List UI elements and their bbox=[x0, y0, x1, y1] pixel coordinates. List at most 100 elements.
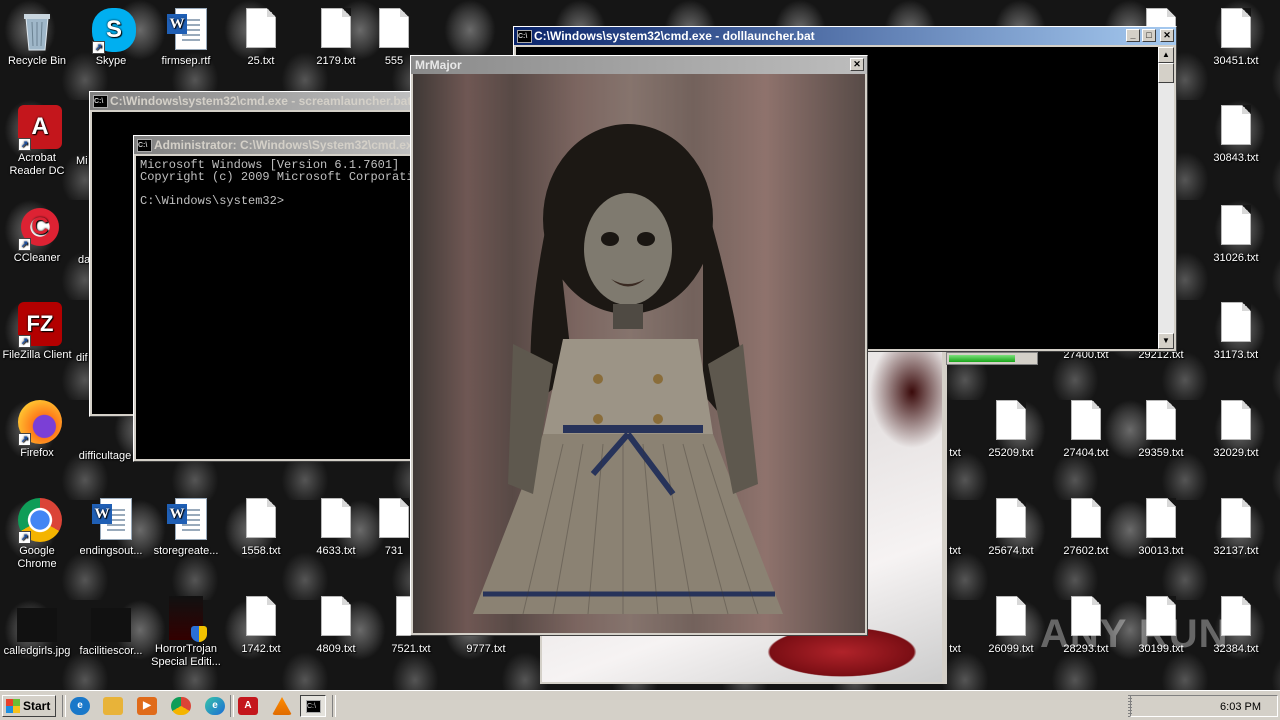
desktop-icon-30451txt[interactable]: 30451.txt bbox=[1199, 8, 1273, 68]
close-button[interactable]: ✕ bbox=[850, 58, 864, 71]
desktop-icon-label: Mi bbox=[76, 155, 88, 167]
desktop-icon-27602txt[interactable]: 27602.txt bbox=[1049, 498, 1123, 558]
desktop-icon-label: 7521.txt bbox=[391, 643, 431, 655]
desktop-icon-label: txt bbox=[949, 545, 961, 557]
desktop-icon-label: 1742.txt bbox=[241, 643, 281, 655]
edge-icon[interactable]: e bbox=[205, 697, 225, 715]
desktop-icon-label: 30013.txt bbox=[1138, 545, 1184, 557]
scroll-thumb[interactable] bbox=[1158, 63, 1174, 83]
scroll-down-button[interactable]: ▼ bbox=[1158, 333, 1174, 349]
desktop-icon-25674txt[interactable]: 25674.txt bbox=[974, 498, 1048, 558]
window-frame-edge bbox=[942, 352, 945, 682]
desktop-icon-facilitiescor[interactable]: facilitiescor... bbox=[74, 602, 148, 658]
desktop-icon-25txt[interactable]: 25.txt bbox=[224, 8, 298, 68]
file-icon bbox=[91, 608, 131, 642]
media-player-icon[interactable]: ▶ bbox=[137, 697, 157, 715]
mrmajor-titlebar[interactable]: MrMajor ✕ bbox=[411, 56, 867, 74]
desktop-icon-endingsout[interactable]: W endingsout... bbox=[74, 498, 148, 558]
desktop-icon-2179txt[interactable]: 2179.txt bbox=[299, 8, 373, 68]
desktop-icon-label: 27602.txt bbox=[1063, 545, 1109, 557]
desktop-icon-31173txt[interactable]: 31173.txt bbox=[1199, 302, 1273, 362]
maximize-button[interactable]: □ bbox=[1142, 29, 1156, 42]
desktop-icon-firefox[interactable]: ↗ Firefox bbox=[0, 400, 74, 460]
text-file-icon bbox=[321, 498, 351, 538]
desktop-icon-label: calledgirls.jpg bbox=[3, 645, 71, 657]
word-document-icon: W bbox=[167, 498, 207, 540]
recycle-bin-icon bbox=[18, 8, 56, 52]
desktop-icon-30013txt[interactable]: 30013.txt bbox=[1124, 498, 1198, 558]
desktop-icon-1742txt[interactable]: 1742.txt bbox=[224, 596, 298, 656]
desktop-icon-skype[interactable]: S ↗ Skype bbox=[74, 8, 148, 68]
admin-cmd-window[interactable]: C:\ Administrator: C:\Windows\System32\c… bbox=[133, 135, 419, 462]
mrmajor-window[interactable]: MrMajor ✕ bbox=[410, 55, 868, 636]
desktop-icon-difficultage[interactable]: difficultage bbox=[70, 450, 140, 463]
desktop-icon-recycle-bin[interactable]: Recycle Bin bbox=[0, 8, 74, 68]
desktop-icon-label: 25.txt bbox=[247, 55, 275, 67]
desktop-icon-29359txt[interactable]: 29359.txt bbox=[1124, 400, 1198, 460]
doll-console-scrollbar[interactable]: ▲ ▼ bbox=[1158, 47, 1174, 349]
text-file-icon bbox=[379, 498, 409, 538]
firefox-icon: ↗ bbox=[18, 400, 62, 446]
console-line: Copyright (c) 2009 Microsoft Corporation… bbox=[140, 170, 418, 184]
desktop-icon-firmsep[interactable]: W firmsep.rtf bbox=[149, 8, 223, 68]
desktop-icon-27404txt[interactable]: 27404.txt bbox=[1049, 400, 1123, 460]
desktop-icon-label: 4809.txt bbox=[316, 643, 356, 655]
text-file-icon bbox=[1071, 400, 1101, 440]
word-document-icon: W bbox=[167, 8, 207, 50]
text-file-icon bbox=[996, 498, 1026, 538]
filezilla-icon: FZ ↗ bbox=[18, 302, 62, 348]
desktop-icon-calledgirls[interactable]: calledgirls.jpg bbox=[0, 602, 74, 658]
desktop-icon-4809txt[interactable]: 4809.txt bbox=[299, 596, 373, 656]
desktop-icon-25209txt[interactable]: 25209.txt bbox=[974, 400, 1048, 460]
vlc-icon[interactable] bbox=[272, 697, 292, 715]
admin-cmd-titlebar[interactable]: C:\ Administrator: C:\Windows\System32\c… bbox=[134, 136, 418, 154]
desktop-icon-storegreate[interactable]: W storegreate... bbox=[149, 498, 223, 558]
anyrun-watermark: ANY RUN bbox=[1040, 612, 1229, 656]
acrobat-taskbar-icon[interactable]: A bbox=[238, 697, 258, 715]
desktop-icon-731[interactable]: 731 bbox=[374, 498, 414, 558]
taskbar-cmd-button[interactable]: C:\ bbox=[300, 695, 326, 717]
scroll-up-button[interactable]: ▲ bbox=[1158, 47, 1174, 63]
desktop-icon-label: 30843.txt bbox=[1213, 152, 1259, 164]
horror-trojan-icon bbox=[169, 596, 207, 642]
desktop-icon-label: firmsep.rtf bbox=[161, 55, 211, 67]
chrome-taskbar-icon[interactable] bbox=[171, 697, 191, 715]
desktop-icon-label: 9777.txt bbox=[466, 643, 506, 655]
text-file-icon bbox=[1221, 498, 1251, 538]
desktop-icon-32137txt[interactable]: 32137.txt bbox=[1199, 498, 1273, 558]
desktop-icon-1558txt[interactable]: 1558.txt bbox=[224, 498, 298, 558]
desktop-icon-chrome[interactable]: ↗ Google Chrome bbox=[0, 498, 74, 571]
folder-icon[interactable] bbox=[103, 697, 123, 715]
desktop-icon-555[interactable]: 555 bbox=[374, 8, 414, 68]
admin-console-output[interactable]: Microsoft Windows [Version 6.1.7601] Copy… bbox=[136, 156, 418, 459]
minimize-button[interactable]: _ bbox=[1126, 29, 1140, 42]
close-button[interactable]: ✕ bbox=[1160, 29, 1174, 42]
desktop-icon-label: Firefox bbox=[20, 447, 54, 459]
window-title: C:\Windows\system32\cmd.exe - dolllaunch… bbox=[534, 29, 815, 43]
text-file-icon bbox=[1221, 302, 1251, 342]
desktop-icon-horrortrojan[interactable]: HorrorTrojan Special Editi... bbox=[149, 596, 223, 669]
clock[interactable]: 6:03 PM bbox=[1220, 701, 1261, 713]
scream-launcher-titlebar[interactable]: C:\ C:\Windows\system32\cmd.exe - scream… bbox=[90, 92, 418, 110]
desktop-icon-30843txt[interactable]: 30843.txt bbox=[1199, 105, 1273, 165]
cmd-icon: C:\ bbox=[306, 700, 321, 713]
start-button[interactable]: Start bbox=[2, 695, 56, 717]
text-file-icon bbox=[996, 400, 1026, 440]
desktop-icon-label: 30451.txt bbox=[1213, 55, 1259, 67]
desktop-icon-26099txt[interactable]: 26099.txt bbox=[974, 596, 1048, 656]
doll-image bbox=[413, 74, 865, 633]
desktop-icon-label: 32137.txt bbox=[1213, 545, 1259, 557]
desktop-icon-label: storegreate... bbox=[153, 545, 219, 557]
desktop-icon-31026txt[interactable]: 31026.txt bbox=[1199, 205, 1273, 265]
cmd-icon: C:\ bbox=[93, 95, 108, 108]
internet-explorer-icon[interactable]: e bbox=[70, 697, 90, 715]
doll-launcher-titlebar[interactable]: C:\ C:\Windows\system32\cmd.exe - dollla… bbox=[514, 27, 1176, 45]
windows-flag-icon bbox=[6, 699, 20, 713]
acrobat-icon: A ↗ bbox=[18, 105, 62, 151]
desktop-icon-4633txt[interactable]: 4633.txt bbox=[299, 498, 373, 558]
desktop-icon-32029txt[interactable]: 32029.txt bbox=[1199, 400, 1273, 460]
desktop-icon-label: 25674.txt bbox=[988, 545, 1034, 557]
desktop-icon-label: 1558.txt bbox=[241, 545, 281, 557]
desktop-icon-label: 25209.txt bbox=[988, 447, 1034, 459]
desktop-icon-label: 29359.txt bbox=[1138, 447, 1184, 459]
